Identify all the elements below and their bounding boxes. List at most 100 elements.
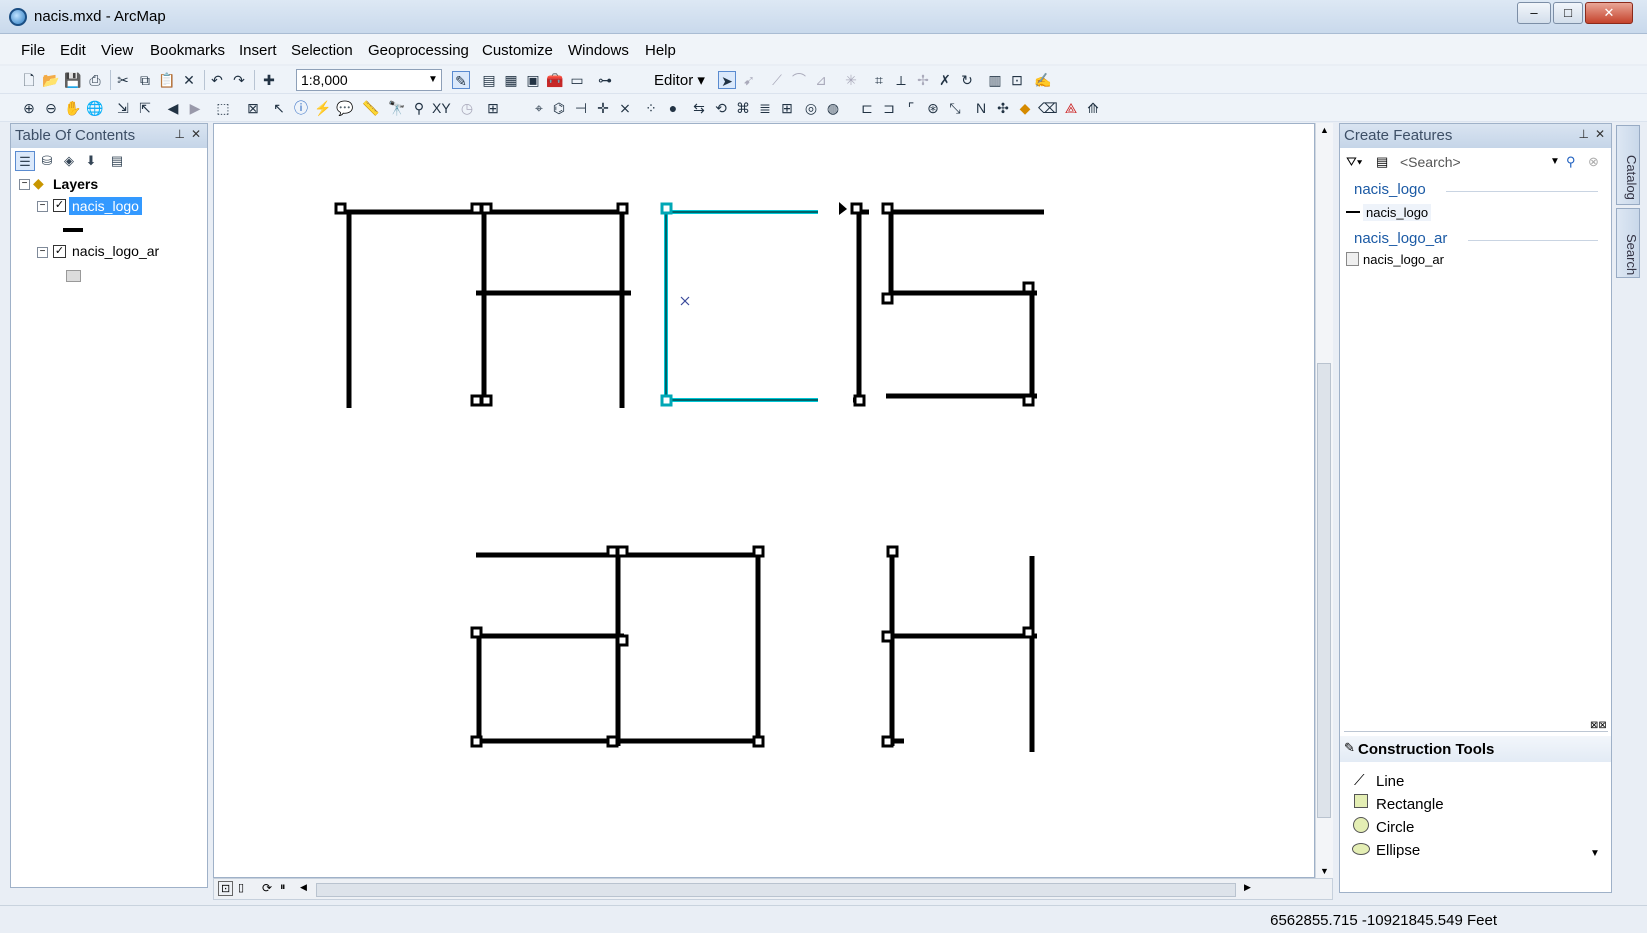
layer-nacis-logo[interactable]: nacis_logo bbox=[69, 197, 142, 215]
edit-tool-icon[interactable]: ➤ bbox=[718, 71, 736, 89]
paste-icon[interactable]: 📋 bbox=[158, 71, 176, 89]
arctoolbox-icon[interactable]: 🧰 bbox=[546, 71, 564, 89]
close-icon[interactable]: ✕ bbox=[1595, 127, 1605, 141]
vertex-marker[interactable] bbox=[480, 202, 493, 215]
horizontal-scrollbar[interactable] bbox=[316, 883, 1236, 897]
splitter-controls-icon[interactable]: ⊠⊠ bbox=[1590, 720, 1607, 731]
reshape-icon[interactable]: ⟂ bbox=[892, 71, 910, 89]
vertex-marker[interactable] bbox=[616, 634, 629, 647]
close-icon[interactable]: ✕ bbox=[191, 127, 201, 141]
html-popup-icon[interactable]: 💬 bbox=[336, 99, 354, 117]
move-vertex-icon[interactable]: ◆ bbox=[1016, 99, 1034, 117]
resize-icon[interactable]: ⌜ bbox=[902, 99, 920, 117]
continue-feature-icon[interactable]: ⟁ bbox=[1062, 99, 1080, 117]
trace-icon[interactable]: ⊿ bbox=[812, 71, 830, 89]
tool-circle[interactable]: Circle bbox=[1376, 819, 1414, 836]
menu-insert[interactable]: Insert bbox=[239, 42, 277, 59]
selected-vertex-marker[interactable] bbox=[660, 394, 673, 407]
zoom-in-icon[interactable]: ⊕ bbox=[20, 99, 38, 117]
time-slider-icon[interactable]: ◷ bbox=[458, 99, 476, 117]
catalog-window-icon[interactable]: ▦ bbox=[502, 71, 520, 89]
list-by-source-icon[interactable]: ⛁ bbox=[37, 151, 57, 171]
chevron-down-icon[interactable]: ▼ bbox=[1550, 156, 1560, 167]
close-button[interactable]: ✕ bbox=[1585, 2, 1633, 24]
north-arrow-icon[interactable]: N bbox=[972, 99, 990, 117]
grid-icon[interactable]: ⊞ bbox=[778, 99, 796, 117]
collapse-layer-icon[interactable]: − bbox=[37, 201, 48, 212]
vertex-marker[interactable] bbox=[616, 545, 629, 558]
create-features-icon[interactable]: ✍ bbox=[1034, 71, 1052, 89]
template-nacis-logo-ar[interactable]: nacis_logo_ar bbox=[1363, 252, 1444, 267]
vertex-marker[interactable] bbox=[850, 202, 863, 215]
menu-file[interactable]: File bbox=[21, 42, 45, 59]
endpoint-arc-icon[interactable]: ⌒ bbox=[790, 71, 808, 89]
vertex-marker[interactable] bbox=[606, 735, 619, 748]
find-route-icon[interactable]: ⚲ bbox=[410, 99, 428, 117]
buffer-icon[interactable]: ◎ bbox=[802, 99, 820, 117]
add-data-icon[interactable]: ✚ bbox=[260, 71, 278, 89]
modelbuilder-icon[interactable]: ⊶ bbox=[596, 71, 614, 89]
layer-visibility-checkbox[interactable]: ✓ bbox=[53, 199, 66, 212]
vertex-marker[interactable] bbox=[1022, 626, 1035, 639]
fixed-zoom-out-icon[interactable]: ⇱ bbox=[136, 99, 154, 117]
vertex-marker[interactable] bbox=[853, 394, 866, 407]
line-symbol-icon[interactable] bbox=[63, 228, 83, 232]
search-window-icon[interactable]: ▣ bbox=[524, 71, 542, 89]
attributes-icon[interactable]: ▥ bbox=[986, 71, 1004, 89]
vertex-marker[interactable] bbox=[881, 202, 894, 215]
search-tab[interactable]: Search bbox=[1616, 208, 1640, 278]
hyperlink-icon[interactable]: ⚡ bbox=[314, 99, 332, 117]
vertex-marker[interactable] bbox=[1022, 281, 1035, 294]
generalize-icon[interactable]: ≣ bbox=[756, 99, 774, 117]
menu-windows[interactable]: Windows bbox=[568, 42, 629, 59]
delete-icon[interactable]: ✕ bbox=[180, 71, 198, 89]
save-icon[interactable]: 💾 bbox=[64, 71, 82, 89]
open-icon[interactable]: 📂 bbox=[42, 71, 60, 89]
split-icon[interactable]: ✗ bbox=[936, 71, 954, 89]
align-icon[interactable]: ⊏ bbox=[858, 99, 876, 117]
polygon-symbol-icon[interactable] bbox=[66, 270, 81, 282]
collapse-layers-icon[interactable]: − bbox=[19, 179, 30, 190]
refresh-icon[interactable]: ⟲ bbox=[712, 99, 730, 117]
toc-window-icon[interactable]: ▤ bbox=[480, 71, 498, 89]
vertex-marker[interactable] bbox=[881, 735, 894, 748]
list-by-drawing-order-icon[interactable]: ☰ bbox=[15, 151, 35, 171]
add-vertex-icon[interactable]: ✣ bbox=[994, 99, 1012, 117]
filter-icon[interactable]: ⛛▾ bbox=[1346, 154, 1362, 170]
menu-selection[interactable]: Selection bbox=[291, 42, 353, 59]
copy-icon[interactable]: ⧉ bbox=[136, 71, 154, 89]
clear-search-icon[interactable]: ⊗ bbox=[1588, 154, 1599, 170]
search-icon[interactable]: ⚲ bbox=[1566, 154, 1576, 170]
vertex-marker[interactable] bbox=[606, 545, 619, 558]
vertex-marker[interactable] bbox=[470, 735, 483, 748]
delete-vertex-icon[interactable]: ⌫ bbox=[1038, 99, 1058, 117]
color-globe-icon[interactable]: ● bbox=[664, 99, 682, 117]
pin-icon[interactable]: ⊥ bbox=[1579, 127, 1589, 141]
organize-templates-icon[interactable]: ▤ bbox=[1376, 154, 1388, 170]
point-icon[interactable]: ✳ bbox=[842, 71, 860, 89]
menu-customize[interactable]: Customize bbox=[482, 42, 553, 59]
snapping-icon[interactable]: ⌖ bbox=[530, 99, 548, 117]
map-scale-input[interactable]: 1:8,000 bbox=[296, 69, 442, 91]
viewer-window-icon[interactable]: ⊞ bbox=[484, 99, 502, 117]
straight-segment-icon[interactable]: ⟋ bbox=[768, 71, 786, 89]
maximize-button[interactable]: □ bbox=[1553, 2, 1583, 24]
redo-icon[interactable]: ↷ bbox=[230, 71, 248, 89]
fixed-zoom-in-icon[interactable]: ⇲ bbox=[114, 99, 132, 117]
distribute-icon[interactable]: ⊐ bbox=[880, 99, 898, 117]
pan-icon[interactable]: ✋ bbox=[64, 99, 82, 117]
vertex-marker[interactable] bbox=[470, 394, 483, 407]
options-icon[interactable]: ▤ bbox=[107, 151, 127, 171]
list-by-visibility-icon[interactable]: ◈ bbox=[59, 151, 79, 171]
identify-icon[interactable]: ⓘ bbox=[292, 99, 310, 117]
data-view-icon[interactable]: ⊡ bbox=[218, 881, 234, 896]
menu-help[interactable]: Help bbox=[645, 42, 676, 59]
editor-toolbar-icon[interactable]: ✎ bbox=[452, 71, 470, 89]
vertex-marker[interactable] bbox=[334, 202, 347, 215]
scroll-right-icon[interactable]: ▶ bbox=[1244, 882, 1251, 893]
vertex-marker[interactable] bbox=[752, 545, 765, 558]
zoom-out-icon[interactable]: ⊖ bbox=[42, 99, 60, 117]
new-document-icon[interactable]: 🗋 bbox=[20, 71, 38, 89]
menu-view[interactable]: View bbox=[101, 42, 133, 59]
print-icon[interactable]: ⎙ bbox=[86, 71, 104, 89]
